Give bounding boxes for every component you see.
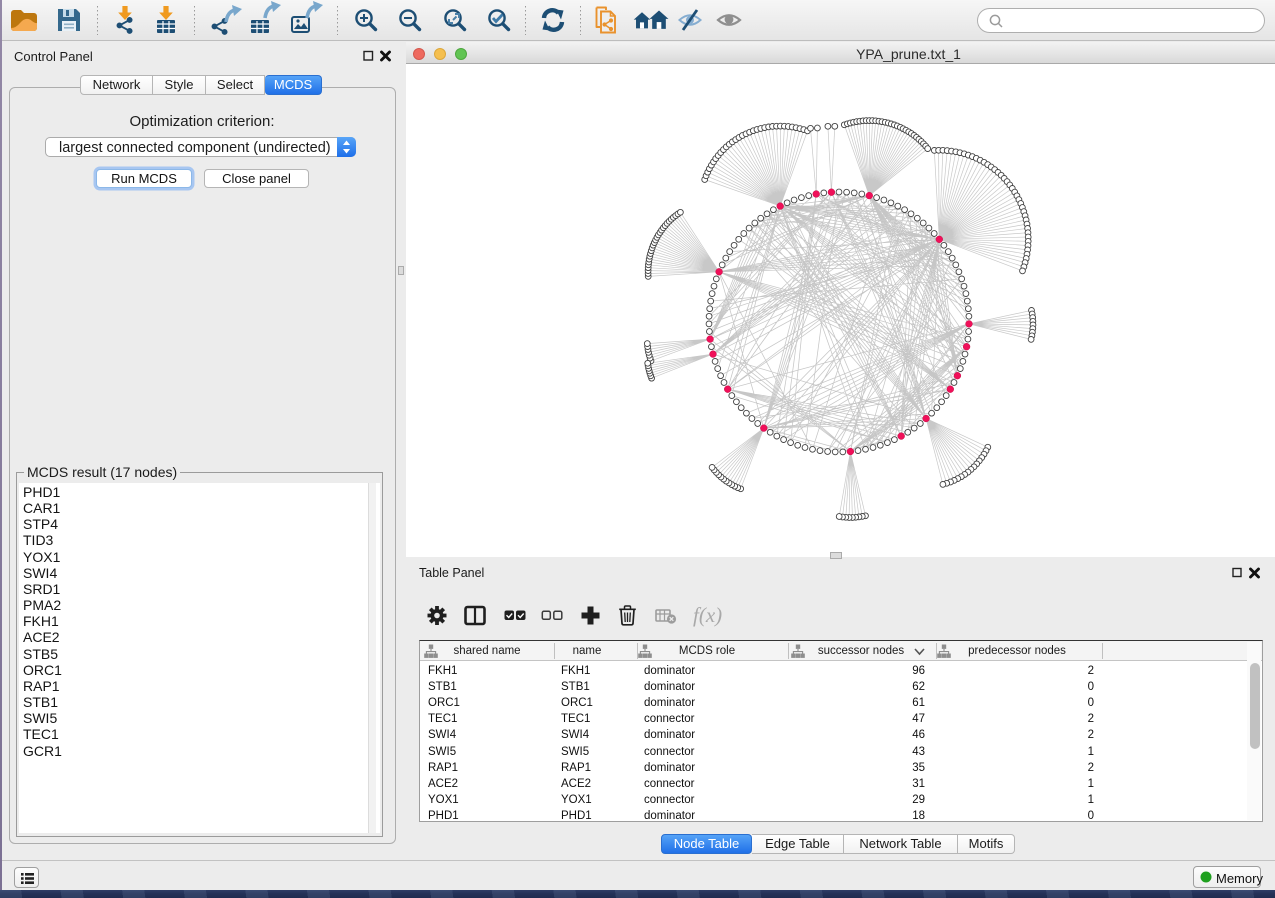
svg-text:f(x): f(x) [693, 603, 722, 627]
